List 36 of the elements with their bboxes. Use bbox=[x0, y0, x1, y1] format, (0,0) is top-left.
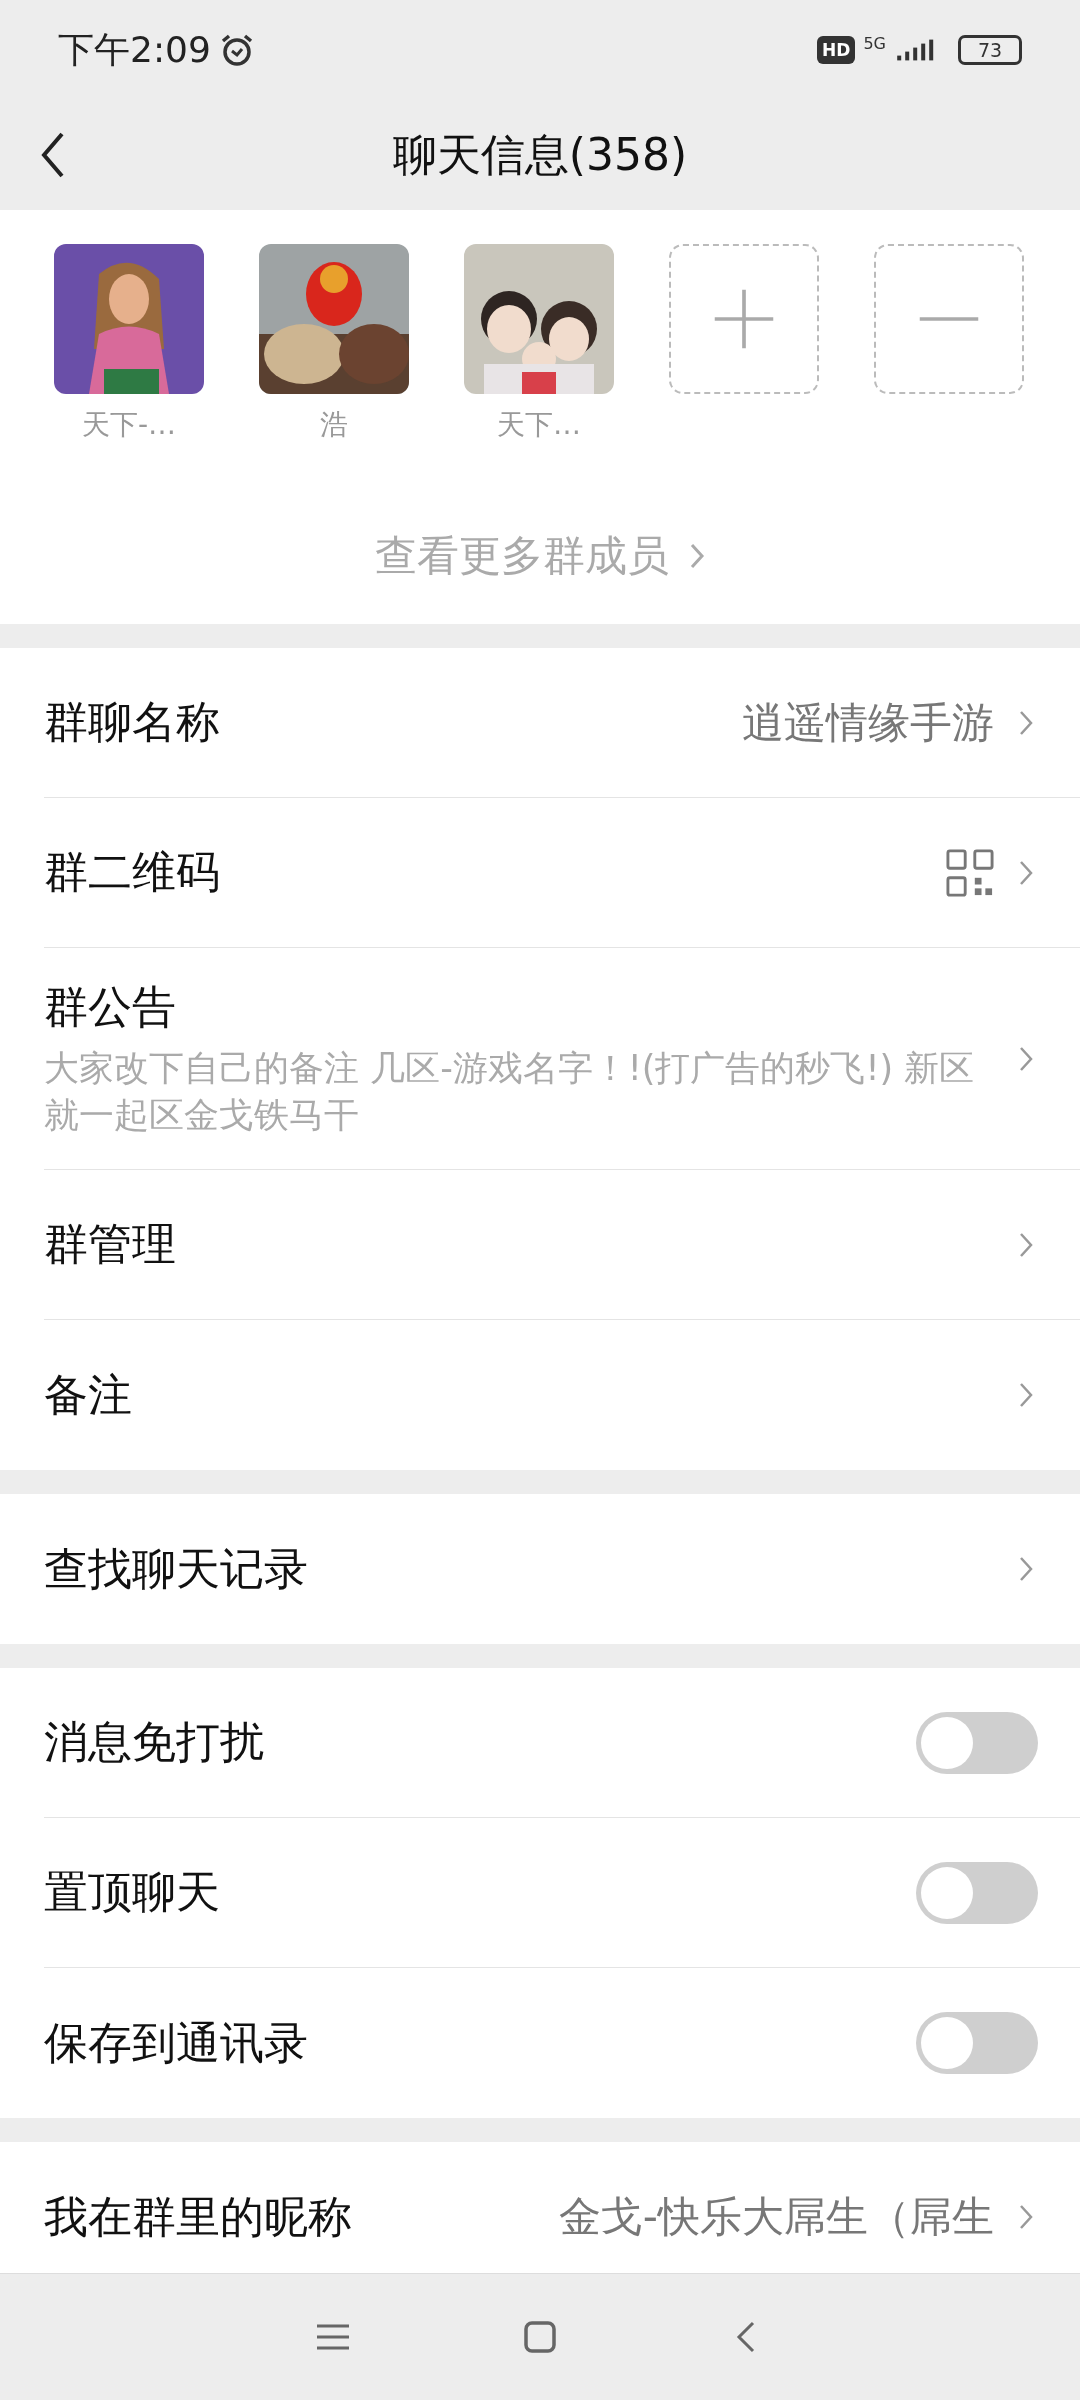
page-title: 聊天信息(358) bbox=[392, 127, 688, 182]
status-time: 下午2:09 bbox=[58, 27, 211, 72]
settings-row[interactable]: 置顶聊天 bbox=[44, 1818, 1080, 1968]
settings-row[interactable]: 备注 bbox=[44, 1320, 1080, 1470]
row-label: 我在群里的昵称 bbox=[44, 2189, 353, 2244]
row-value: 金戈-快乐大屌生（屌生 bbox=[558, 2191, 994, 2243]
row-label: 群二维码 bbox=[44, 845, 221, 899]
chevron-icon bbox=[1018, 1555, 1034, 1583]
member-name: 天下-… bbox=[81, 407, 177, 443]
row-label: 保存到通讯录 bbox=[44, 2015, 309, 2070]
member-name: 天下… bbox=[497, 407, 581, 443]
announcement-text: 大家改下自己的备注 几区-游戏名字！!(打广告的秒飞!) 新区就一起区金戈铁马干 bbox=[44, 1046, 976, 1137]
row-value: 逍遥情缘手游 bbox=[742, 696, 994, 749]
settings-row[interactable]: 群管理 bbox=[44, 1170, 1080, 1320]
settings-row[interactable]: 消息免打扰 bbox=[44, 1668, 1080, 1818]
row-label: 置顶聊天 bbox=[44, 1865, 221, 1919]
chevron-icon bbox=[1018, 2203, 1034, 2231]
row-label: 群公告 bbox=[44, 979, 177, 1034]
plus-icon bbox=[712, 287, 776, 351]
chevron-icon bbox=[1018, 1381, 1034, 1409]
settings-row[interactable]: 群聊名称 逍遥情缘手游 bbox=[44, 648, 1080, 798]
row-label: 群管理 bbox=[44, 1217, 177, 1271]
settings-row[interactable]: 保存到通讯录 bbox=[44, 1968, 1080, 2118]
settings-row[interactable]: 群二维码 bbox=[44, 798, 1080, 948]
row-label: 查找聊天记录 bbox=[44, 1541, 309, 1596]
row-label: 消息免打扰 bbox=[44, 1715, 265, 1769]
minus-icon bbox=[917, 316, 981, 322]
member-name: 浩 bbox=[320, 407, 348, 443]
qr-code-icon bbox=[946, 848, 994, 897]
settings-row[interactable]: 群公告 大家改下自己的备注 几区-游戏名字！!(打广告的秒飞!) 新区就一起区金戈铁马干 bbox=[44, 948, 1080, 1170]
row-label: 群聊名称 bbox=[44, 695, 221, 749]
row-label: 备注 bbox=[44, 1367, 133, 1422]
network-label: 5G bbox=[863, 33, 886, 53]
chevron-icon bbox=[689, 541, 705, 571]
hd-badge: HD bbox=[817, 36, 856, 64]
battery-icon: 73 bbox=[958, 35, 1022, 65]
